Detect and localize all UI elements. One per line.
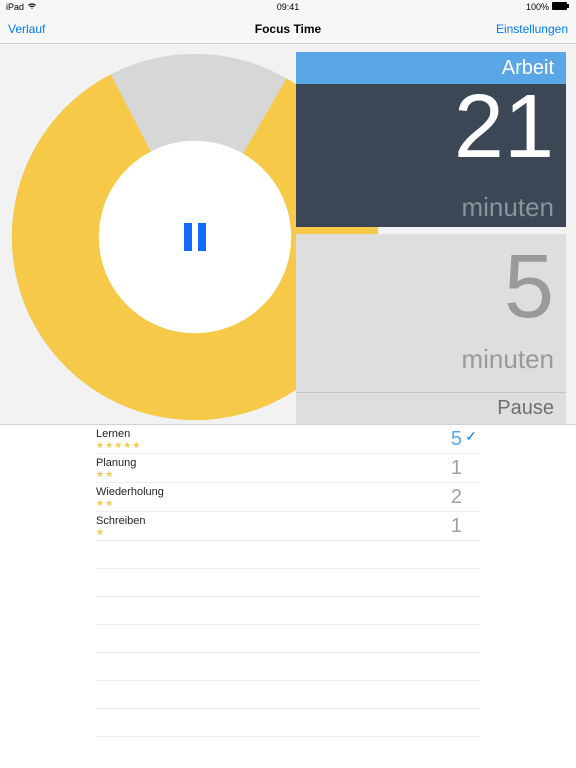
- status-bar: iPad 09:41 100%: [0, 0, 576, 14]
- pause-icon: [184, 223, 192, 251]
- task-count: 2: [438, 486, 462, 509]
- task-count: 5: [438, 428, 462, 451]
- work-card[interactable]: Arbeit 21 minuten: [296, 52, 566, 227]
- device-label: iPad: [6, 2, 24, 12]
- task-stars: ★★: [96, 469, 438, 480]
- battery-icon: [552, 2, 570, 12]
- task-name: Wiederholung: [96, 486, 438, 498]
- empty-row: [96, 597, 480, 625]
- task-name: Planung: [96, 457, 438, 469]
- task-row[interactable]: Schreiben★1: [96, 512, 480, 541]
- nav-bar: Verlauf Focus Time Einstellungen: [0, 14, 576, 44]
- task-row[interactable]: Planung★★1: [96, 454, 480, 483]
- settings-button[interactable]: Einstellungen: [496, 22, 568, 36]
- empty-row: [96, 681, 480, 709]
- battery-pct: 100%: [526, 2, 549, 12]
- task-count: 1: [438, 457, 462, 480]
- task-row[interactable]: Lernen★★★★★5✓: [96, 425, 480, 454]
- task-stars: ★: [96, 527, 438, 538]
- checkmark-icon: ✓: [462, 428, 480, 445]
- task-row[interactable]: Wiederholung★★2: [96, 483, 480, 512]
- break-card[interactable]: 5 minuten Pause: [296, 234, 566, 424]
- empty-row: [96, 569, 480, 597]
- empty-row: [96, 653, 480, 681]
- pause-button[interactable]: [184, 223, 206, 251]
- status-time: 09:41: [277, 2, 300, 12]
- timer-panel: Arbeit 21 minuten 5 minuten Pause: [0, 44, 576, 424]
- page-title: Focus Time: [255, 22, 321, 36]
- empty-row: [96, 625, 480, 653]
- task-stars: ★★★★★: [96, 440, 438, 451]
- empty-row: [96, 541, 480, 569]
- break-minutes-unit: minuten: [462, 344, 555, 375]
- break-label: Pause: [296, 392, 566, 424]
- wifi-icon: [27, 2, 37, 12]
- pause-icon: [198, 223, 206, 251]
- work-minutes-value: 21: [454, 82, 554, 172]
- work-minutes-unit: minuten: [462, 192, 555, 223]
- history-button[interactable]: Verlauf: [8, 22, 45, 36]
- task-name: Schreiben: [96, 515, 438, 527]
- break-minutes-value: 5: [504, 242, 554, 332]
- task-name: Lernen: [96, 428, 438, 440]
- task-stars: ★★: [96, 498, 438, 509]
- task-count: 1: [438, 515, 462, 538]
- task-list[interactable]: Lernen★★★★★5✓Planung★★1Wiederholung★★2Sc…: [0, 424, 576, 768]
- empty-row: [96, 709, 480, 737]
